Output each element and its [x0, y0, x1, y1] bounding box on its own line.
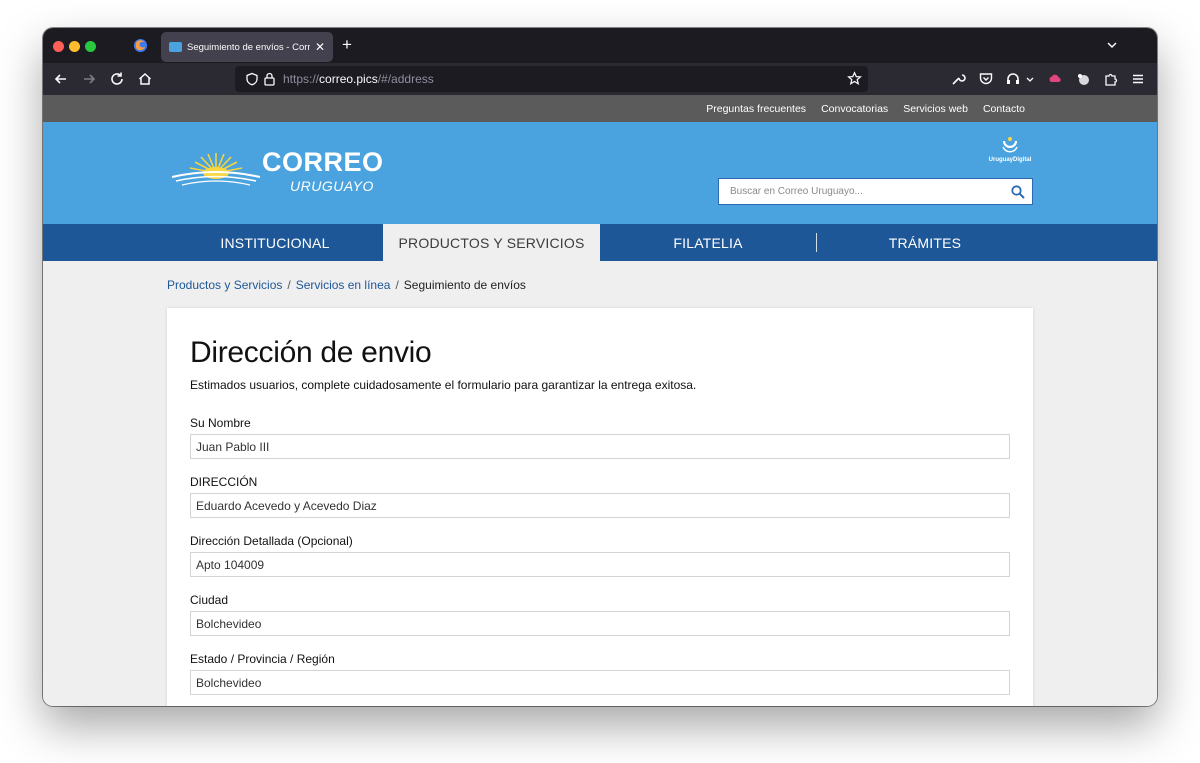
pocket-icon[interactable] — [978, 71, 994, 87]
browser-window: Seguimiento de envíos - Correo Uruguayo … — [43, 28, 1157, 706]
logo-uruguayo-text: URUGUAYO — [290, 178, 374, 194]
home-icon[interactable] — [137, 71, 153, 87]
link-servicios-web[interactable]: Servicios web — [903, 103, 968, 115]
link-preguntas-frecuentes[interactable]: Preguntas frecuentes — [706, 103, 806, 115]
url-path: /#/address — [377, 72, 434, 86]
search-input[interactable] — [719, 179, 999, 204]
utility-bar: Preguntas frecuentes Convocatorias Servi… — [43, 95, 1157, 122]
breadcrumb: Productos y Servicios / Servicios en lín… — [167, 278, 526, 292]
bookmark-star-icon[interactable] — [847, 71, 862, 86]
site-search — [718, 178, 1033, 205]
headset-icon[interactable] — [1005, 71, 1021, 87]
firefox-icon[interactable] — [133, 38, 148, 53]
chevron-down-icon[interactable] — [1105, 38, 1119, 52]
back-arrow-icon[interactable] — [53, 71, 69, 87]
search-icon[interactable] — [1011, 185, 1025, 199]
minimize-window-button[interactable] — [69, 41, 80, 52]
maximize-window-button[interactable] — [85, 41, 96, 52]
menu-icon[interactable] — [1130, 71, 1146, 87]
uruguay-digital-text: UruguayDigital — [988, 157, 1032, 163]
breadcrumb-current: Seguimiento de envíos — [403, 278, 526, 292]
nav-item-institucional[interactable]: INSTITUCIONAL — [167, 224, 383, 261]
correo-favicon-icon — [169, 42, 182, 52]
wrench-icon[interactable] — [950, 71, 966, 87]
breadcrumb-separator: / — [395, 278, 399, 292]
uruguay-digital-logo[interactable]: UruguayDigital — [983, 135, 1037, 165]
forward-arrow-icon[interactable] — [81, 71, 97, 87]
sun-logo-icon — [171, 153, 261, 186]
breadcrumb-link-productos[interactable]: Productos y Servicios — [167, 278, 282, 292]
url-host: correo.pics — [319, 72, 378, 86]
nav-item-productos-y-servicios[interactable]: PRODUCTOS Y SERVICIOS — [383, 224, 600, 261]
lock-icon[interactable] — [263, 72, 276, 86]
extension-cloud-icon[interactable] — [1047, 71, 1063, 87]
url-scheme: https:// — [283, 72, 320, 86]
tab-strip: Seguimiento de envíos - Correo Uruguayo … — [43, 28, 1157, 63]
correo-uruguayo-logo[interactable]: CORREO URUGUAYO — [170, 147, 383, 197]
address-detail-field[interactable] — [190, 552, 1010, 577]
extension-ball-icon[interactable] — [1075, 71, 1091, 87]
tab-title: Seguimiento de envíos - Correo Uruguayo — [187, 41, 310, 53]
page-title: Dirección de envio — [190, 336, 432, 369]
city-field[interactable] — [190, 611, 1010, 636]
address-form-card: Dirección de envio Estimados usuarios, c… — [167, 308, 1033, 706]
logo-correo-text: CORREO — [262, 147, 384, 177]
chevron-down-icon[interactable] — [1025, 71, 1035, 87]
link-contacto[interactable]: Contacto — [983, 103, 1025, 115]
nav-item-filatelia[interactable]: FILATELIA — [600, 224, 816, 261]
tab-active[interactable]: Seguimiento de envíos - Correo Uruguayo … — [161, 32, 333, 62]
close-tab-icon[interactable]: ✕ — [315, 40, 325, 54]
url-text[interactable]: https://correo.pics/#/address — [283, 72, 434, 86]
address-label: DIRECCIÓN — [190, 475, 258, 489]
close-window-button[interactable] — [53, 41, 64, 52]
new-tab-button[interactable]: + — [342, 35, 352, 55]
nav-item-tramites[interactable]: TRÁMITES — [817, 224, 1033, 261]
site-header: CORREO URUGUAYO UruguayDigital — [43, 122, 1157, 224]
city-label: Ciudad — [190, 593, 229, 607]
address-detail-label: Dirección Detallada (Opcional) — [190, 534, 353, 548]
address-field[interactable] — [190, 493, 1010, 518]
extensions-puzzle-icon[interactable] — [1103, 71, 1119, 87]
name-field[interactable] — [190, 434, 1010, 459]
web-page: Preguntas frecuentes Convocatorias Servi… — [43, 95, 1157, 706]
state-field[interactable] — [190, 670, 1010, 695]
reload-icon[interactable] — [109, 71, 125, 87]
breadcrumb-link-servicios-en-linea[interactable]: Servicios en línea — [296, 278, 391, 292]
main-navigation: INSTITUCIONAL PRODUCTOS Y SERVICIOS FILA… — [43, 224, 1157, 261]
navigation-toolbar: https://correo.pics/#/address — [43, 63, 1157, 95]
breadcrumb-separator: / — [287, 278, 291, 292]
uruguay-digital-icon — [1002, 137, 1018, 153]
link-convocatorias[interactable]: Convocatorias — [821, 103, 888, 115]
address-bar[interactable]: https://correo.pics/#/address — [235, 66, 868, 92]
shield-icon[interactable] — [245, 72, 259, 86]
state-label: Estado / Provincia / Región — [190, 652, 335, 666]
form-intro: Estimados usuarios, complete cuidadosame… — [190, 378, 697, 392]
name-label: Su Nombre — [190, 416, 251, 430]
